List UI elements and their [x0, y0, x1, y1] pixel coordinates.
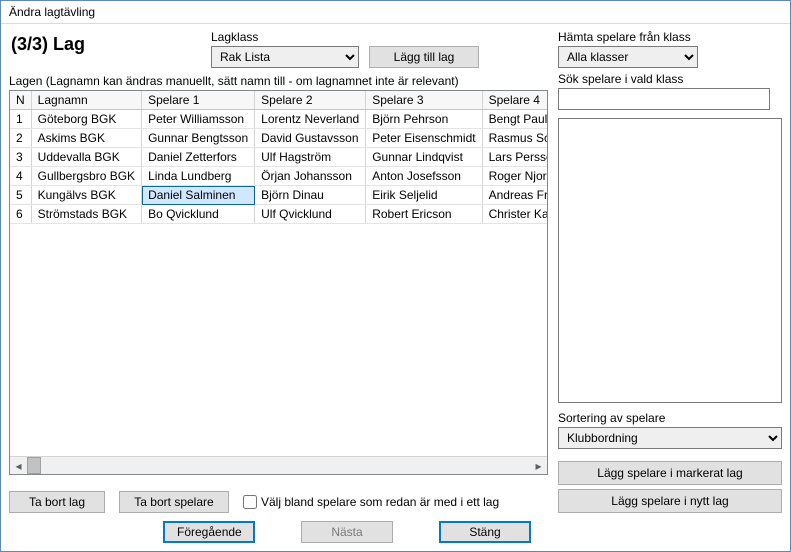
cell-p3[interactable]: Anton Josefsson: [366, 167, 482, 186]
table-row[interactable]: 4Gullbergsbro BGKLinda LundbergÖrjan Joh…: [10, 167, 547, 186]
cell-team[interactable]: Uddevalla BGK: [31, 148, 141, 167]
cell-p4[interactable]: Rasmus Schedin: [482, 129, 547, 148]
scroll-thumb[interactable]: [27, 457, 41, 474]
table-row[interactable]: 5Kungälvs BGKDaniel SalminenBjörn DinauE…: [10, 186, 547, 205]
dialog-window: Ändra lagtävling (3/3) Lag Lagklass Rak …: [0, 0, 791, 552]
cell-p3[interactable]: Robert Ericson: [366, 205, 482, 224]
lagklass-select[interactable]: Rak Lista: [211, 46, 359, 68]
add-to-marked-team-button[interactable]: Lägg spelare i markerat lag: [558, 461, 782, 485]
cell-p1[interactable]: Gunnar Bengtsson: [142, 129, 255, 148]
cell-n[interactable]: 1: [10, 110, 31, 129]
table-row[interactable]: 3Uddevalla BGKDaniel ZetterforsUlf Hagst…: [10, 148, 547, 167]
cell-p1[interactable]: Daniel Zetterfors: [142, 148, 255, 167]
fetch-players-label: Hämta spelare från klass: [558, 30, 782, 44]
cell-p2[interactable]: Örjan Johansson: [255, 167, 366, 186]
cell-p1[interactable]: Daniel Salminen: [142, 186, 255, 205]
titlebar: Ändra lagtävling: [1, 1, 790, 24]
cell-p1[interactable]: Linda Lundberg: [142, 167, 255, 186]
col-team[interactable]: Lagnamn: [31, 91, 141, 110]
cell-n[interactable]: 3: [10, 148, 31, 167]
cell-team[interactable]: Askims BGK: [31, 129, 141, 148]
cell-p3[interactable]: Peter Eisenschmidt: [366, 129, 482, 148]
grid-header-row: N Lagnamn Spelare 1 Spelare 2 Spelare 3 …: [10, 91, 547, 110]
close-button[interactable]: Stäng: [439, 521, 531, 543]
cell-p2[interactable]: Ulf Hagström: [255, 148, 366, 167]
cell-p1[interactable]: Peter Williamsson: [142, 110, 255, 129]
cell-n[interactable]: 4: [10, 167, 31, 186]
stage-title: (3/3) Lag: [9, 30, 201, 55]
cell-p2[interactable]: Lorentz Neverland: [255, 110, 366, 129]
scroll-right-arrow-icon[interactable]: ▸: [530, 457, 547, 474]
search-label: Sök spelare i vald klass: [558, 72, 782, 86]
cell-p1[interactable]: Bo Qvicklund: [142, 205, 255, 224]
remove-team-button[interactable]: Ta bort lag: [9, 491, 105, 513]
scroll-left-arrow-icon[interactable]: ◂: [10, 457, 27, 474]
col-p1[interactable]: Spelare 1: [142, 91, 255, 110]
cell-p4[interactable]: Christer Karlsson: [482, 205, 547, 224]
fetch-players-select[interactable]: Alla klasser: [558, 46, 698, 68]
table-row[interactable]: 2Askims BGKGunnar BengtssonDavid Gustavs…: [10, 129, 547, 148]
teams-grid[interactable]: N Lagnamn Spelare 1 Spelare 2 Spelare 3 …: [9, 90, 548, 475]
cell-p2[interactable]: Björn Dinau: [255, 186, 366, 205]
cell-n[interactable]: 2: [10, 129, 31, 148]
cell-p4[interactable]: Roger Njord: [482, 167, 547, 186]
add-to-new-team-button[interactable]: Lägg spelare i nytt lag: [558, 489, 782, 513]
filter-existing-label: Välj bland spelare som redan är med i et…: [261, 495, 499, 509]
cell-team[interactable]: Gullbergsbro BGK: [31, 167, 141, 186]
cell-p3[interactable]: Gunnar Lindqvist: [366, 148, 482, 167]
search-input[interactable]: [558, 88, 770, 110]
table-row[interactable]: 1Göteborg BGKPeter WilliamssonLorentz Ne…: [10, 110, 547, 129]
previous-button[interactable]: Föregående: [163, 521, 255, 543]
col-p4[interactable]: Spelare 4: [482, 91, 547, 110]
table-row[interactable]: 6Strömstads BGKBo QvicklundUlf Qvicklund…: [10, 205, 547, 224]
cell-n[interactable]: 6: [10, 205, 31, 224]
cell-team[interactable]: Strömstads BGK: [31, 205, 141, 224]
next-button: Nästa: [301, 521, 393, 543]
horizontal-scrollbar[interactable]: ◂ ▸: [10, 456, 547, 474]
cell-p2[interactable]: David Gustavsson: [255, 129, 366, 148]
filter-existing-checkbox[interactable]: Välj bland spelare som redan är med i et…: [243, 495, 499, 509]
dialog-content: (3/3) Lag Lagklass Rak Lista Lägg till l…: [1, 24, 790, 551]
col-n[interactable]: N: [10, 91, 31, 110]
cell-team[interactable]: Kungälvs BGK: [31, 186, 141, 205]
remove-player-button[interactable]: Ta bort spelare: [119, 491, 229, 513]
player-listbox[interactable]: [558, 118, 782, 403]
cell-p2[interactable]: Ulf Qvicklund: [255, 205, 366, 224]
cell-p4[interactable]: Lars Persson: [482, 148, 547, 167]
cell-p3[interactable]: Eirik Seljelid: [366, 186, 482, 205]
sort-select[interactable]: Klubbordning: [558, 427, 782, 449]
cell-team[interactable]: Göteborg BGK: [31, 110, 141, 129]
filter-existing-checkbox-input[interactable]: [243, 495, 257, 509]
cell-p4[interactable]: Bengt Paulusson: [482, 110, 547, 129]
col-p3[interactable]: Spelare 3: [366, 91, 482, 110]
table-help-text: Lagen (Lagnamn kan ändras manuellt, sätt…: [9, 74, 548, 88]
lagklass-label: Lagklass: [211, 30, 479, 44]
cell-p3[interactable]: Björn Pehrson: [366, 110, 482, 129]
col-p2[interactable]: Spelare 2: [255, 91, 366, 110]
cell-n[interactable]: 5: [10, 186, 31, 205]
add-team-button[interactable]: Lägg till lag: [369, 46, 479, 68]
sort-label: Sortering av spelare: [558, 411, 782, 425]
cell-p4[interactable]: Andreas Frejborn: [482, 186, 547, 205]
window-title: Ändra lagtävling: [9, 5, 95, 19]
